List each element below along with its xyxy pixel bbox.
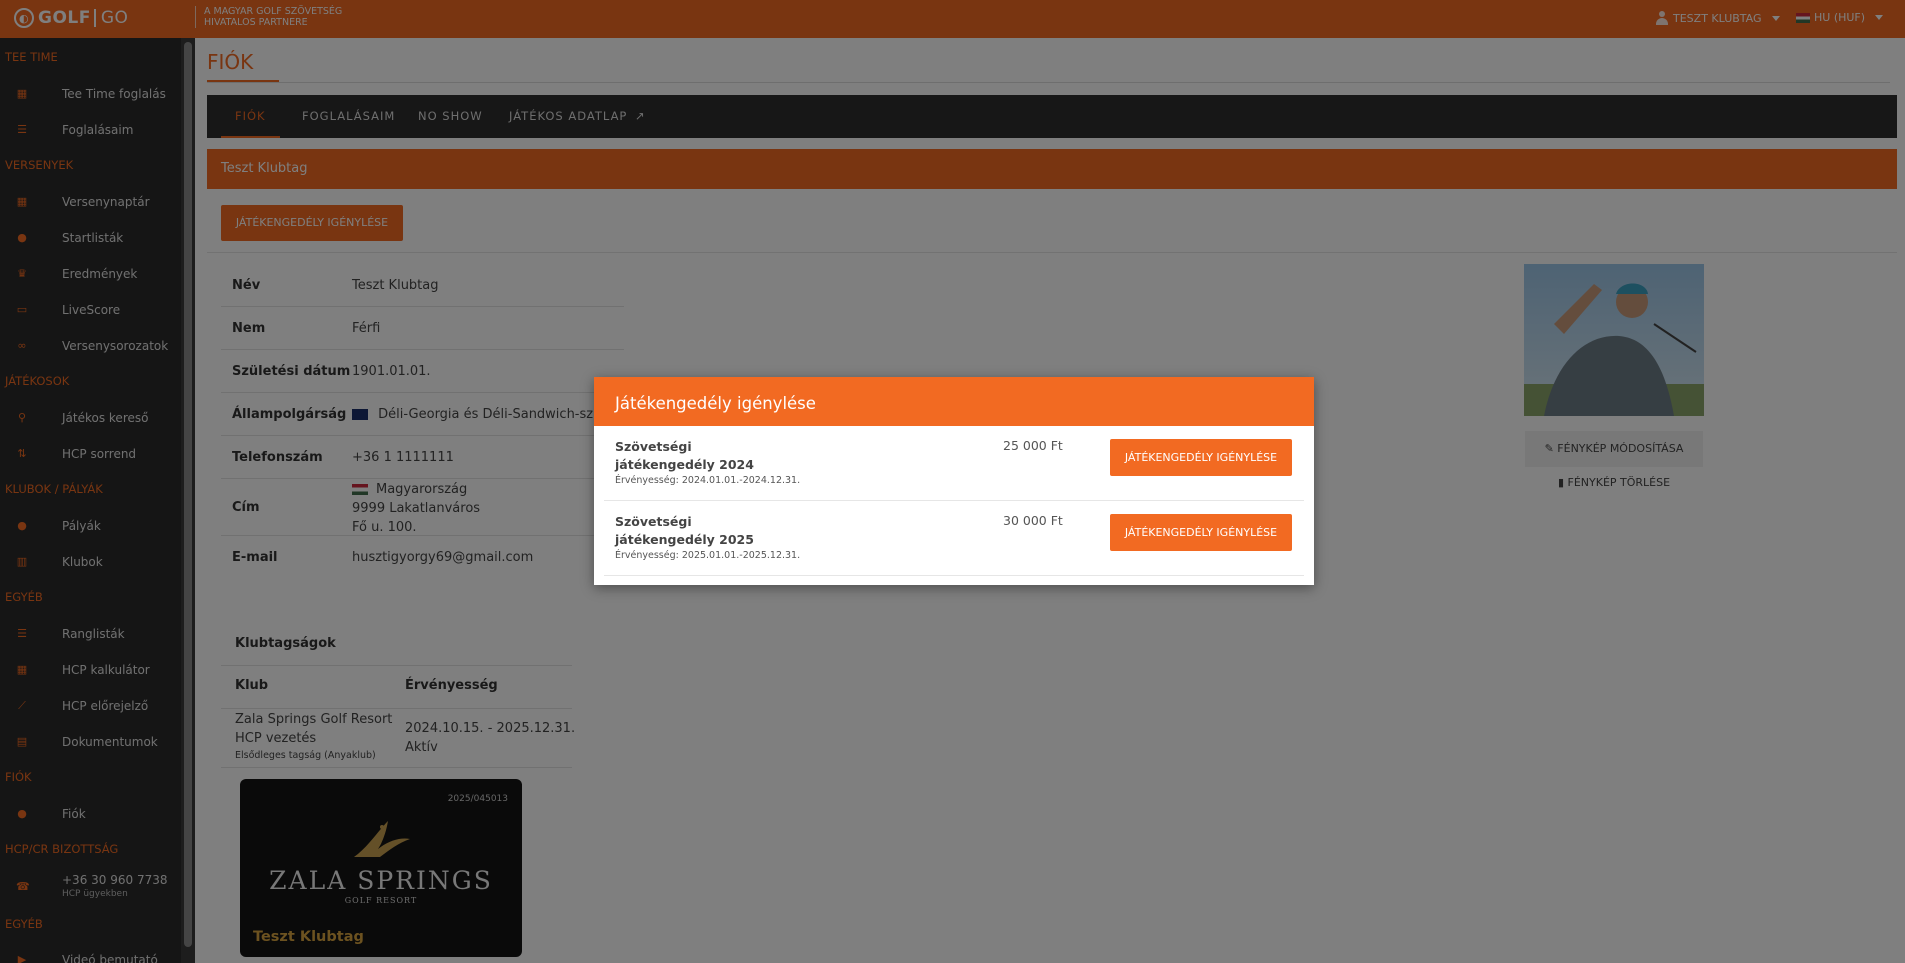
license-request-modal: Játékengedély igénylése Szövetségi játék… (594, 377, 1314, 585)
modal-title: Játékengedély igénylése (594, 377, 1314, 426)
license-price: 30 000 Ft (1003, 513, 1063, 528)
license-price: 25 000 Ft (1003, 438, 1063, 453)
request-license-2024-button[interactable]: JÁTÉKENGEDÉLY IGÉNYLÉSE (1110, 439, 1292, 476)
license-row: Szövetségi játékengedély 2024 Érvényessé… (604, 426, 1304, 501)
license-name: Szövetségi játékengedély 2024 (615, 439, 754, 472)
license-validity: Érvényesség: 2025.01.01.-2025.12.31. (615, 550, 801, 561)
license-row: Szövetségi játékengedély 2025 Érvényessé… (604, 501, 1304, 576)
license-validity: Érvényesség: 2024.01.01.-2024.12.31. (615, 475, 801, 486)
license-name: Szövetségi játékengedély 2025 (615, 514, 754, 547)
request-license-2025-button[interactable]: JÁTÉKENGEDÉLY IGÉNYLÉSE (1110, 514, 1292, 551)
